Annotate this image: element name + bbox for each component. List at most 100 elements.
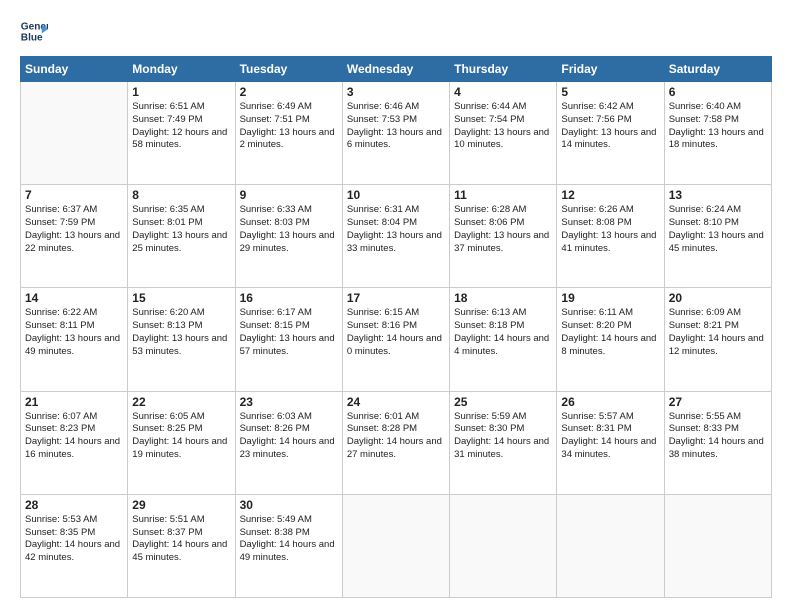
calendar-cell: 22 Sunrise: 6:05 AMSunset: 8:25 PMDayligh… (128, 391, 235, 494)
day-number: 29 (132, 498, 230, 512)
calendar-cell (342, 494, 449, 597)
day-info: Sunrise: 6:35 AMSunset: 8:01 PMDaylight:… (132, 204, 230, 255)
calendar-cell (450, 494, 557, 597)
calendar-week-row: 28Sunrise: 5:53 AMSunset: 8:35 PMDayligh… (21, 494, 772, 597)
day-number: 10 (347, 188, 445, 202)
calendar-cell: 8 Sunrise: 6:35 AMSunset: 8:01 PMDaylight… (128, 185, 235, 288)
calendar-cell: 2 Sunrise: 6:49 AMSunset: 7:51 PMDaylight… (235, 82, 342, 185)
calendar-week-row: 14 Sunrise: 6:22 AMSunset: 8:11 PMDayligh… (21, 288, 772, 391)
day-info: Sunrise: 6:24 AMSunset: 8:10 PMDaylight:… (669, 204, 767, 255)
calendar-cell: 17 Sunrise: 6:15 AMSunset: 8:16 PMDayligh… (342, 288, 449, 391)
calendar-cell: 13 Sunrise: 6:24 AMSunset: 8:10 PMDayligh… (664, 185, 771, 288)
calendar-cell: 26Sunrise: 5:57 AMSunset: 8:31 PMDayligh… (557, 391, 664, 494)
day-info: Sunrise: 5:51 AMSunset: 8:37 PMDaylight:… (132, 514, 230, 565)
day-info: Sunrise: 6:13 AMSunset: 8:18 PMDaylight:… (454, 307, 552, 358)
calendar-table: SundayMondayTuesdayWednesdayThursdayFrid… (20, 56, 772, 598)
calendar-cell: 29 Sunrise: 5:51 AMSunset: 8:37 PMDayligh… (128, 494, 235, 597)
calendar-cell: 7 Sunrise: 6:37 AMSunset: 7:59 PMDaylight… (21, 185, 128, 288)
day-number: 28 (25, 498, 123, 512)
day-info: Sunrise: 6:46 AMSunset: 7:53 PMDaylight:… (347, 101, 445, 152)
day-number: 4 (454, 85, 552, 99)
day-info: Sunrise: 6:44 AMSunset: 7:54 PMDaylight:… (454, 101, 552, 152)
day-info: Sunrise: 6:51 AMSunset: 7:49 PMDaylight:… (132, 101, 230, 152)
day-info: Sunrise: 6:31 AMSunset: 8:04 PMDaylight:… (347, 204, 445, 255)
calendar-cell (557, 494, 664, 597)
day-info: Sunrise: 6:33 AMSunset: 8:03 PMDaylight:… (240, 204, 338, 255)
calendar-cell: 11 Sunrise: 6:28 AMSunset: 8:06 PMDayligh… (450, 185, 557, 288)
calendar-header-row: SundayMondayTuesdayWednesdayThursdayFrid… (21, 57, 772, 82)
day-info: Sunrise: 5:59 AMSunset: 8:30 PMDaylight:… (454, 411, 552, 462)
calendar-cell: 28Sunrise: 5:53 AMSunset: 8:35 PMDayligh… (21, 494, 128, 597)
day-info: Sunrise: 6:11 AMSunset: 8:20 PMDaylight:… (561, 307, 659, 358)
calendar-week-row: 7 Sunrise: 6:37 AMSunset: 7:59 PMDaylight… (21, 185, 772, 288)
day-number: 2 (240, 85, 338, 99)
day-number: 20 (669, 291, 767, 305)
day-number: 1 (132, 85, 230, 99)
day-info: Sunrise: 5:57 AMSunset: 8:31 PMDaylight:… (561, 411, 659, 462)
calendar-cell: 27 Sunrise: 5:55 AMSunset: 8:33 PMDayligh… (664, 391, 771, 494)
calendar-day-header: Tuesday (235, 57, 342, 82)
calendar-cell (664, 494, 771, 597)
day-number: 3 (347, 85, 445, 99)
calendar-cell: 3 Sunrise: 6:46 AMSunset: 7:53 PMDaylight… (342, 82, 449, 185)
calendar-cell: 9 Sunrise: 6:33 AMSunset: 8:03 PMDaylight… (235, 185, 342, 288)
day-number: 18 (454, 291, 552, 305)
day-info: Sunrise: 6:07 AMSunset: 8:23 PMDaylight:… (25, 411, 123, 462)
calendar-day-header: Wednesday (342, 57, 449, 82)
calendar-day-header: Thursday (450, 57, 557, 82)
day-number: 25 (454, 395, 552, 409)
calendar-cell (21, 82, 128, 185)
day-info: Sunrise: 6:40 AMSunset: 7:58 PMDaylight:… (669, 101, 767, 152)
calendar-cell: 10 Sunrise: 6:31 AMSunset: 8:04 PMDayligh… (342, 185, 449, 288)
day-number: 15 (132, 291, 230, 305)
calendar-cell: 25 Sunrise: 5:59 AMSunset: 8:30 PMDayligh… (450, 391, 557, 494)
logo: General Blue (20, 18, 50, 46)
day-number: 13 (669, 188, 767, 202)
day-info: Sunrise: 6:22 AMSunset: 8:11 PMDaylight:… (25, 307, 123, 358)
day-info: Sunrise: 6:42 AMSunset: 7:56 PMDaylight:… (561, 101, 659, 152)
calendar-cell: 19 Sunrise: 6:11 AMSunset: 8:20 PMDayligh… (557, 288, 664, 391)
day-number: 16 (240, 291, 338, 305)
calendar-cell: 4 Sunrise: 6:44 AMSunset: 7:54 PMDaylight… (450, 82, 557, 185)
day-number: 5 (561, 85, 659, 99)
calendar-cell: 16 Sunrise: 6:17 AMSunset: 8:15 PMDayligh… (235, 288, 342, 391)
day-info: Sunrise: 6:28 AMSunset: 8:06 PMDaylight:… (454, 204, 552, 255)
day-info: Sunrise: 5:55 AMSunset: 8:33 PMDaylight:… (669, 411, 767, 462)
calendar-cell: 21 Sunrise: 6:07 AMSunset: 8:23 PMDayligh… (21, 391, 128, 494)
calendar-cell: 18 Sunrise: 6:13 AMSunset: 8:18 PMDayligh… (450, 288, 557, 391)
day-number: 22 (132, 395, 230, 409)
calendar-day-header: Monday (128, 57, 235, 82)
svg-text:Blue: Blue (21, 33, 43, 44)
page: General Blue SundayMondayTuesdayWednesda… (0, 0, 792, 612)
calendar-week-row: 1 Sunrise: 6:51 AMSunset: 7:49 PMDaylight… (21, 82, 772, 185)
day-number: 30 (240, 498, 338, 512)
day-number: 8 (132, 188, 230, 202)
day-number: 23 (240, 395, 338, 409)
day-number: 21 (25, 395, 123, 409)
header: General Blue (20, 18, 772, 46)
calendar-cell: 1 Sunrise: 6:51 AMSunset: 7:49 PMDaylight… (128, 82, 235, 185)
day-number: 17 (347, 291, 445, 305)
day-number: 14 (25, 291, 123, 305)
day-number: 12 (561, 188, 659, 202)
day-info: Sunrise: 6:03 AMSunset: 8:26 PMDaylight:… (240, 411, 338, 462)
calendar-cell: 5 Sunrise: 6:42 AMSunset: 7:56 PMDaylight… (557, 82, 664, 185)
day-info: Sunrise: 6:15 AMSunset: 8:16 PMDaylight:… (347, 307, 445, 358)
day-info: Sunrise: 6:17 AMSunset: 8:15 PMDaylight:… (240, 307, 338, 358)
calendar-day-header: Saturday (664, 57, 771, 82)
day-number: 27 (669, 395, 767, 409)
day-info: Sunrise: 6:37 AMSunset: 7:59 PMDaylight:… (25, 204, 123, 255)
day-info: Sunrise: 6:20 AMSunset: 8:13 PMDaylight:… (132, 307, 230, 358)
calendar-cell: 15 Sunrise: 6:20 AMSunset: 8:13 PMDayligh… (128, 288, 235, 391)
day-number: 19 (561, 291, 659, 305)
day-info: Sunrise: 6:01 AMSunset: 8:28 PMDaylight:… (347, 411, 445, 462)
day-number: 6 (669, 85, 767, 99)
day-number: 7 (25, 188, 123, 202)
day-info: Sunrise: 6:49 AMSunset: 7:51 PMDaylight:… (240, 101, 338, 152)
day-number: 11 (454, 188, 552, 202)
day-info: Sunrise: 5:49 AMSunset: 8:38 PMDaylight:… (240, 514, 338, 565)
day-info: Sunrise: 6:26 AMSunset: 8:08 PMDaylight:… (561, 204, 659, 255)
day-number: 9 (240, 188, 338, 202)
calendar-cell: 6 Sunrise: 6:40 AMSunset: 7:58 PMDaylight… (664, 82, 771, 185)
day-info: Sunrise: 6:05 AMSunset: 8:25 PMDaylight:… (132, 411, 230, 462)
